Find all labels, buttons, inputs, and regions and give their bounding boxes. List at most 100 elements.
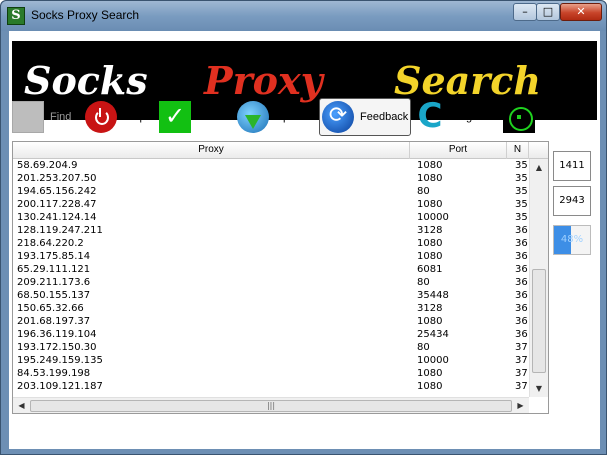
vertical-scroll-thumb[interactable] (532, 269, 546, 373)
update-label: Update (275, 111, 311, 123)
register-label: Register (452, 111, 493, 123)
cell-n: 37 (515, 381, 528, 392)
app-icon[interactable]: S (7, 7, 25, 25)
cell-n: 36 (515, 290, 528, 301)
save-button[interactable]: ✓ Save (159, 98, 222, 136)
cell-proxy: 84.53.199.198 (17, 368, 91, 379)
cell-n: 36 (515, 277, 528, 288)
table-row[interactable]: 84.53.199.198 1080 37 (13, 367, 529, 380)
register-swirl-icon: C (417, 96, 443, 136)
cell-port: 35448 (417, 290, 449, 301)
cell-n: 36 (515, 264, 528, 275)
header-corner (529, 142, 548, 159)
cell-port: 3128 (417, 303, 443, 314)
table-row[interactable]: 68.50.155.137 35448 36 (13, 289, 529, 302)
horizontal-scroll-thumb[interactable]: ||| (30, 400, 512, 412)
scroll-left-icon[interactable]: ◀ (13, 398, 30, 413)
cell-proxy: 201.68.197.37 (17, 316, 91, 327)
stop-label: Stop (123, 111, 146, 123)
table-row[interactable]: 218.64.220.2 1080 36 (13, 237, 529, 250)
cell-proxy: 193.175.85.14 (17, 251, 91, 262)
update-button[interactable]: Update (237, 98, 310, 136)
app-window: S Socks Proxy Search – □ ✕ Socks Proxy S… (0, 0, 607, 455)
cell-n: 36 (515, 238, 528, 249)
cell-port: 1080 (417, 173, 443, 184)
column-header-port[interactable]: Port (410, 142, 507, 159)
horizontal-scrollbar[interactable]: ◀ ||| ▶ (13, 397, 529, 413)
table-row[interactable]: 130.241.124.14 10000 35 (13, 211, 529, 224)
cell-proxy: 194.65.156.242 (17, 186, 97, 197)
table-row[interactable]: 196.36.119.104 25434 36 (13, 328, 529, 341)
checkmark-icon: ✓ (159, 101, 191, 133)
scroll-down-icon[interactable]: ▼ (530, 380, 548, 397)
cell-proxy: 150.65.32.66 (17, 303, 84, 314)
table-row[interactable]: 194.65.156.242 80 35 (13, 185, 529, 198)
table-row[interactable]: 201.68.197.37 1080 36 (13, 315, 529, 328)
vertical-scrollbar[interactable]: ▲ ▼ (529, 159, 548, 397)
cell-n: 36 (515, 303, 528, 314)
table-header: Proxy Port N (13, 142, 548, 159)
cell-port: 1080 (417, 316, 443, 327)
table-row[interactable]: 201.253.207.50 1080 35 (13, 172, 529, 185)
cell-proxy: 58.69.204.9 (17, 160, 78, 171)
cell-n: 37 (515, 355, 528, 366)
table-row[interactable]: 193.175.85.14 1080 36 (13, 250, 529, 263)
find-label: Find (50, 111, 72, 123)
cell-proxy: 201.253.207.50 (17, 173, 97, 184)
close-button[interactable]: ✕ (560, 3, 602, 21)
feedback-label: Feedback (360, 111, 409, 123)
cell-n: 35 (515, 199, 528, 210)
find-button[interactable]: Find (12, 98, 71, 136)
column-header-proxy[interactable]: Proxy (13, 142, 410, 159)
maximize-button[interactable]: □ (536, 3, 560, 21)
cell-n: 36 (515, 225, 528, 236)
cell-proxy: 68.50.155.137 (17, 290, 91, 301)
find-icon (12, 101, 44, 133)
about-button[interactable]: About (503, 98, 570, 136)
cell-port: 80 (417, 342, 430, 353)
scroll-right-icon[interactable]: ▶ (512, 398, 529, 413)
power-icon (85, 101, 117, 133)
cell-n: 35 (515, 212, 528, 223)
cell-proxy: 128.119.247.211 (17, 225, 103, 236)
proxy-table[interactable]: Proxy Port N 58.69.204.9 1080 35 201.253.20… (12, 141, 549, 414)
cell-n: 37 (515, 342, 528, 353)
cell-proxy: 130.241.124.14 (17, 212, 97, 223)
cell-proxy: 195.249.159.135 (17, 355, 103, 366)
cell-n: 36 (515, 251, 528, 262)
title-bar: S Socks Proxy Search – □ ✕ (1, 1, 606, 31)
cell-proxy: 200.117.228.47 (17, 199, 97, 210)
progress-label: 48% (560, 234, 584, 245)
table-body: 58.69.204.9 1080 35 201.253.207.50 1080 35 194… (13, 159, 529, 397)
cell-port: 1080 (417, 368, 443, 379)
table-row[interactable]: 193.172.150.30 80 37 (13, 341, 529, 354)
cell-n: 35 (515, 173, 528, 184)
globe-download-icon (237, 101, 269, 133)
stop-button[interactable]: Stop (85, 98, 146, 136)
table-row[interactable]: 200.117.228.47 1080 35 (13, 198, 529, 211)
cell-port: 25434 (417, 329, 449, 340)
cell-n: 37 (515, 368, 528, 379)
table-row[interactable]: 65.29.111.121 6081 36 (13, 263, 529, 276)
cell-port: 10000 (417, 212, 449, 223)
table-row[interactable]: 128.119.247.211 3128 36 (13, 224, 529, 237)
register-button[interactable]: C Register (414, 98, 493, 136)
cell-port: 80 (417, 186, 430, 197)
table-row[interactable]: 150.65.32.66 3128 36 (13, 302, 529, 315)
cell-port: 1080 (417, 238, 443, 249)
cell-n: 36 (515, 316, 528, 327)
minimize-button[interactable]: – (513, 3, 537, 21)
proxy-count-box: 1411 (553, 151, 591, 181)
table-row[interactable]: 203.109.121.187 1080 37 (13, 380, 529, 393)
table-row[interactable]: 195.249.159.135 10000 37 (13, 354, 529, 367)
progress-bar: 48% (553, 225, 591, 255)
cell-n: 35 (515, 160, 528, 171)
table-row[interactable]: 58.69.204.9 1080 35 (13, 159, 529, 172)
column-header-n[interactable]: N (507, 142, 529, 159)
feedback-button[interactable]: ⟳ Feedback (319, 98, 412, 136)
table-row[interactable]: 209.211.173.6 80 36 (13, 276, 529, 289)
scroll-up-icon[interactable]: ▲ (530, 159, 548, 176)
cell-proxy: 203.109.121.187 (17, 381, 103, 392)
refresh-icon: ⟳ (322, 101, 354, 133)
cell-port: 80 (417, 277, 430, 288)
